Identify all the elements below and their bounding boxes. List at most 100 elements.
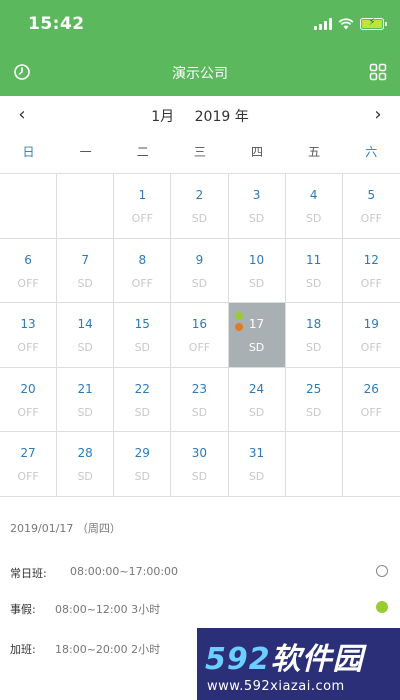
calendar-week-row: 6 OFF 7 SD 8 OFF 9 SD 10 SD 11 SD 12 OFF [0, 238, 400, 303]
detail-row-regular-shift[interactable]: 常日班: 08:00:00~17:00:00 [10, 562, 388, 582]
shift-code: SD [248, 470, 265, 483]
detail-value: 08:00:00~17:00:00 [70, 565, 179, 578]
shift-code: SD [191, 405, 208, 419]
calendar-day-cell[interactable]: 4 SD [286, 174, 343, 238]
calendar-day-cell[interactable]: 5 OFF [343, 174, 400, 238]
day-number: 15 [134, 317, 150, 331]
calendar-day-cell[interactable]: 21 SD [57, 367, 115, 431]
status-icons: ⚡ [314, 16, 387, 32]
watermark-logo: 592软件园 www.592xiazai.com [197, 628, 400, 700]
calendar-day-cell[interactable]: 20 OFF [0, 367, 58, 431]
day-number: 19 [363, 317, 379, 331]
calendar-day-cell[interactable]: 25 SD [286, 367, 343, 431]
battery-icon: ⚡ [360, 17, 387, 30]
watermark-brand: 592软件园 [205, 642, 364, 677]
shift-code: SD [134, 470, 151, 483]
calendar-day-cell[interactable]: 28 SD [57, 432, 115, 496]
day-number: 8 [138, 252, 147, 267]
calendar-day-cell[interactable]: 3 SD [229, 174, 286, 238]
shift-code: SD [134, 405, 151, 419]
calendar-week-row: 20 OFF 21 SD 22 SD 23 SD 24 SD 25 SD 26 OFF [0, 367, 400, 432]
day-number: 20 [20, 381, 36, 396]
shift-code: SD [305, 212, 322, 225]
calendar-day-cell[interactable]: 11 SD [286, 238, 343, 302]
grid-icon[interactable] [368, 62, 388, 82]
wifi-icon [338, 18, 354, 30]
day-number: 16 [191, 317, 208, 331]
detail-label: 常日班: [10, 567, 47, 580]
day-number: 29 [134, 446, 150, 460]
status-bar: 15:42 ⚡ [0, 0, 400, 48]
shift-code: OFF [17, 341, 39, 354]
shift-code: OFF [17, 470, 39, 483]
calendar-day-cell[interactable]: 27 OFF [0, 432, 58, 496]
calendar-day-cell[interactable]: 23 SD [171, 367, 229, 431]
detail-row-leave[interactable]: 事假: 08:00~12:00 3小时 [10, 598, 388, 618]
weekday-label: 日 [22, 145, 35, 159]
calendar-day-cell[interactable]: 12 OFF [343, 239, 400, 303]
weekday-label: 二 [136, 145, 149, 159]
day-number: 31 [248, 446, 265, 460]
status-time: 15:42 [28, 14, 85, 34]
day-number: 5 [367, 188, 376, 202]
calendar-day-cell[interactable]: 7 SD [57, 238, 115, 302]
next-month-button[interactable]: › [368, 104, 388, 126]
calendar-day-cell[interactable]: 19 OFF [343, 303, 400, 367]
calendar-day-cell[interactable]: 2 SD [171, 174, 229, 238]
calendar-day-cell[interactable]: 22 SD [114, 367, 172, 431]
calendar-empty-cell [0, 174, 58, 238]
signal-icon [314, 18, 332, 30]
calendar-day-cell[interactable]: 30 SD [171, 432, 229, 496]
day-number: 28 [77, 446, 93, 460]
calendar-day-cell[interactable]: 16 OFF [171, 303, 229, 367]
calendar-day-cell[interactable]: 24 SD [229, 367, 286, 431]
month-selector: ‹ 1月 2019 年 › [0, 96, 400, 136]
day-number: 14 [77, 317, 93, 331]
calendar-day-cell[interactable]: 31 SD [229, 432, 286, 496]
calendar-day-cell[interactable]: 9 SD [171, 238, 229, 302]
day-number: 23 [191, 381, 208, 396]
weekday-label: 一 [79, 145, 92, 159]
day-number: 25 [306, 381, 322, 396]
year-text: 2019 年 [194, 109, 249, 125]
day-number: 24 [248, 381, 265, 396]
shift-code: OFF [17, 405, 39, 419]
calendar-day-cell-selected[interactable]: 17 SD [228, 303, 286, 367]
day-number: 6 [24, 252, 32, 267]
shift-code: SD [191, 276, 208, 290]
shift-code: OFF [131, 212, 153, 225]
calendar-day-cell[interactable]: 15 SD [114, 303, 172, 367]
shift-code: OFF [360, 212, 382, 225]
calendar-day-cell[interactable]: 18 SD [286, 303, 343, 367]
status-circle-empty-icon [376, 565, 388, 577]
calendar-day-cell[interactable]: 10 SD [229, 238, 286, 302]
nav-bar: 演示公司 [0, 48, 400, 96]
calendar-day-cell[interactable]: 29 SD [114, 432, 172, 496]
calendar-day-cell[interactable]: 13 OFF [0, 303, 58, 367]
day-number: 11 [306, 252, 322, 267]
day-number: 13 [20, 317, 36, 331]
day-number: 22 [134, 381, 150, 396]
day-number: 4 [309, 188, 318, 202]
shift-code: OFF [188, 341, 211, 354]
calendar-day-cell[interactable]: 6 OFF [0, 238, 58, 302]
calendar-day-cell[interactable]: 1 OFF [114, 174, 172, 238]
calendar-day-cell[interactable]: 26 OFF [343, 368, 400, 432]
calendar-week-row: 1 OFF 2 SD 3 SD 4 SD 5 OFF [0, 174, 400, 239]
detail-label: 加班: [10, 643, 36, 656]
shift-code: SD [248, 276, 265, 290]
weekday-header: 日 一 二 三 四 五 六 [0, 140, 400, 170]
month-text: 1月 [151, 109, 175, 125]
day-number: 3 [252, 188, 261, 202]
shift-code: SD [191, 212, 208, 225]
shift-code: SD [77, 276, 93, 290]
shift-code: SD [191, 470, 208, 483]
calendar-day-cell[interactable]: 8 OFF [114, 238, 172, 302]
shift-code: SD [305, 341, 322, 354]
month-label: 1月 2019 年 [0, 106, 400, 126]
day-number: 10 [248, 252, 265, 267]
calendar-day-cell[interactable]: 14 SD [57, 303, 115, 367]
day-number: 7 [81, 252, 89, 267]
shift-code: SD [248, 341, 265, 354]
calendar-week-row: 13 OFF 14 SD 15 SD 16 OFF 17 SD 18 SD 19 OFF [0, 303, 400, 368]
